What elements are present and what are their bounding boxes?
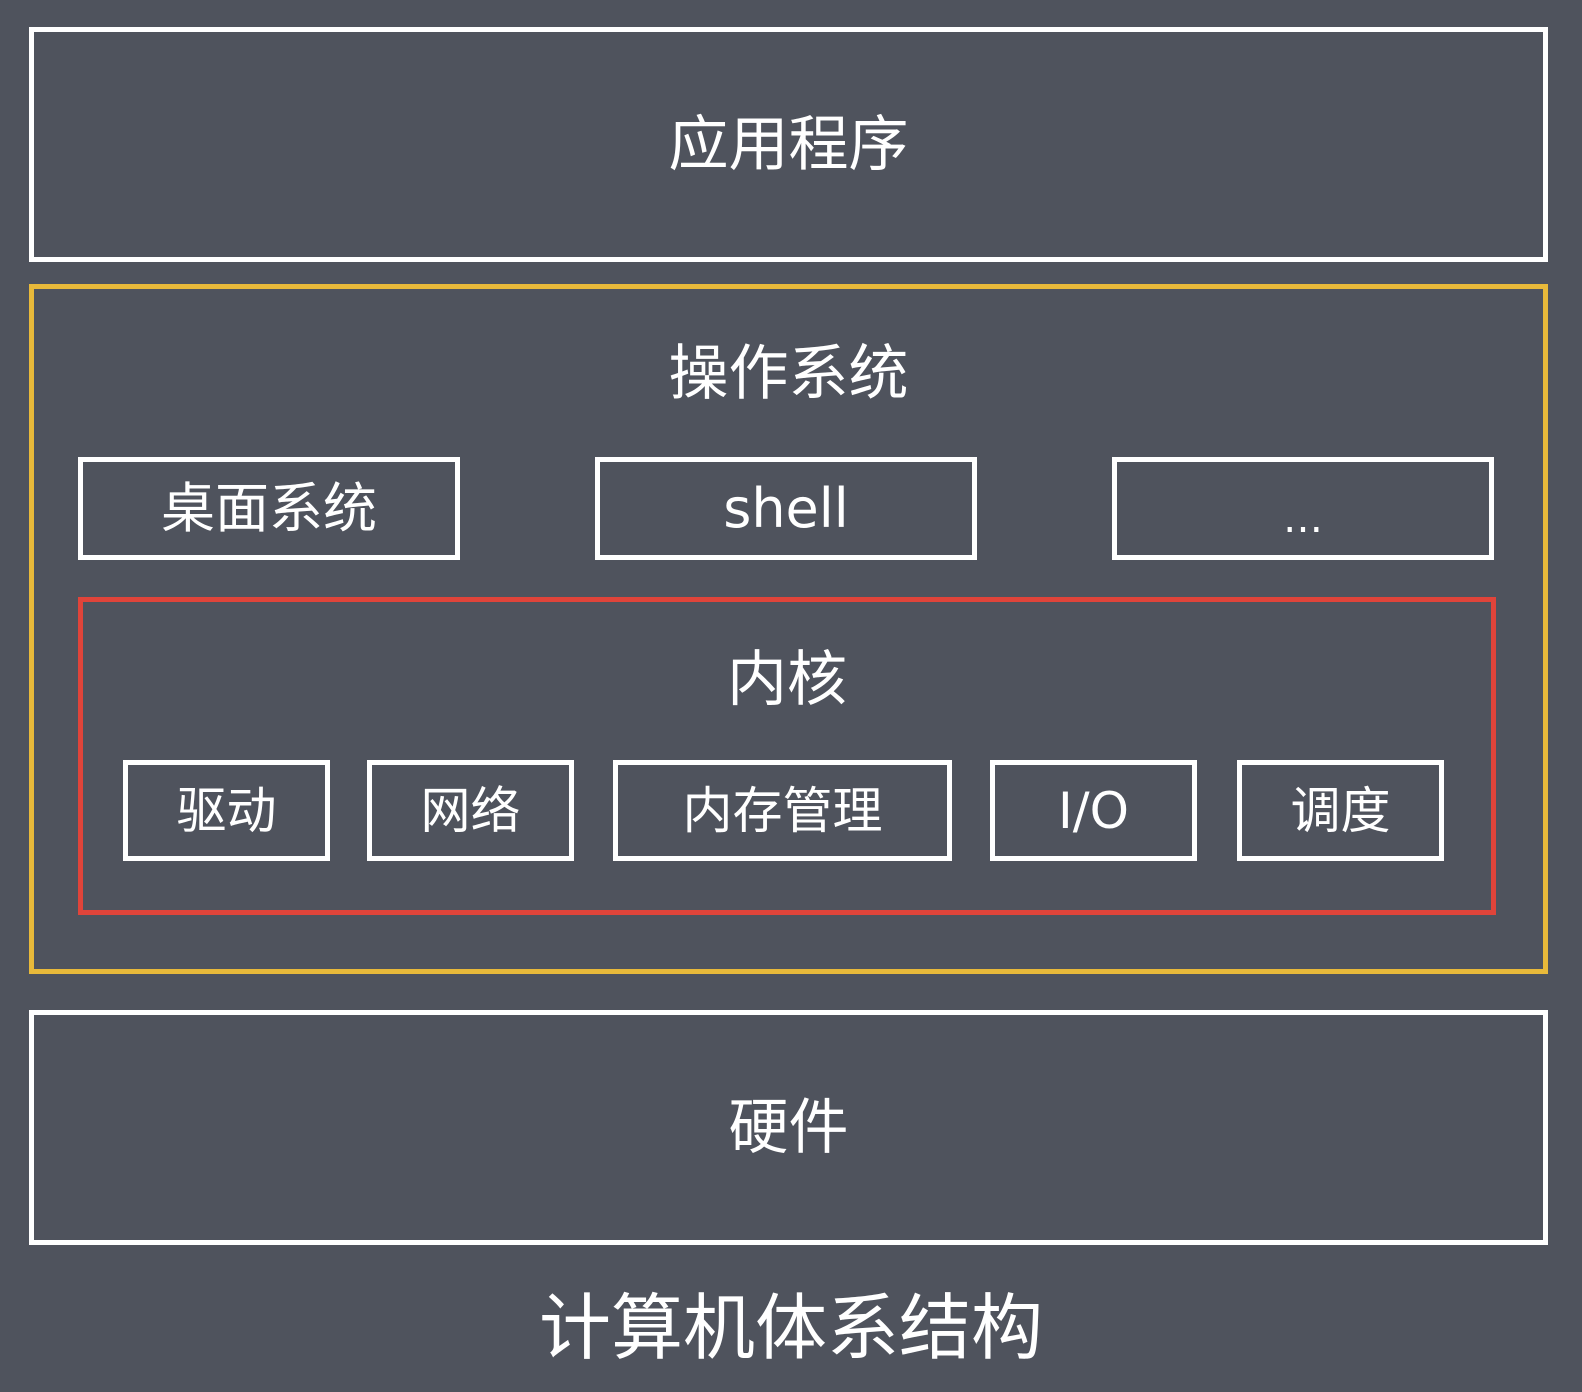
os-component-label: … xyxy=(1283,495,1323,542)
kernel-module-label: 网络 xyxy=(420,781,521,840)
kernel-module-label: 内存管理 xyxy=(682,781,883,840)
hardware-layer: 硬件 xyxy=(29,1010,1548,1245)
applications-label: 应用程序 xyxy=(668,109,909,180)
kernel-label: 内核 xyxy=(727,645,847,715)
applications-layer: 应用程序 xyxy=(29,27,1548,262)
kernel-module-label: I/O xyxy=(1058,781,1129,840)
kernel-module-scheduler: 调度 xyxy=(1237,760,1444,861)
operating-system-layer: 操作系统 桌面系统 shell … 内核 驱动 网络 内存管理 I/O 调度 xyxy=(29,284,1548,974)
kernel-module-label: 驱动 xyxy=(176,781,277,840)
kernel-module-label: 调度 xyxy=(1290,781,1391,840)
kernel-module-driver: 驱动 xyxy=(123,760,330,861)
kernel-module-memory: 内存管理 xyxy=(613,760,952,861)
kernel-block: 内核 驱动 网络 内存管理 I/O 调度 xyxy=(78,597,1496,915)
kernel-module-io: I/O xyxy=(990,760,1197,861)
os-component-shell: shell xyxy=(595,457,977,560)
os-component-desktop: 桌面系统 xyxy=(78,457,460,560)
diagram-caption: 计算机体系结构 xyxy=(538,1286,1043,1370)
os-component-more: … xyxy=(1112,457,1494,560)
os-component-label: shell xyxy=(723,476,849,540)
hardware-label: 硬件 xyxy=(728,1092,849,1163)
kernel-module-network: 网络 xyxy=(367,760,574,861)
operating-system-label: 操作系统 xyxy=(668,339,909,409)
os-component-label: 桌面系统 xyxy=(161,476,377,540)
